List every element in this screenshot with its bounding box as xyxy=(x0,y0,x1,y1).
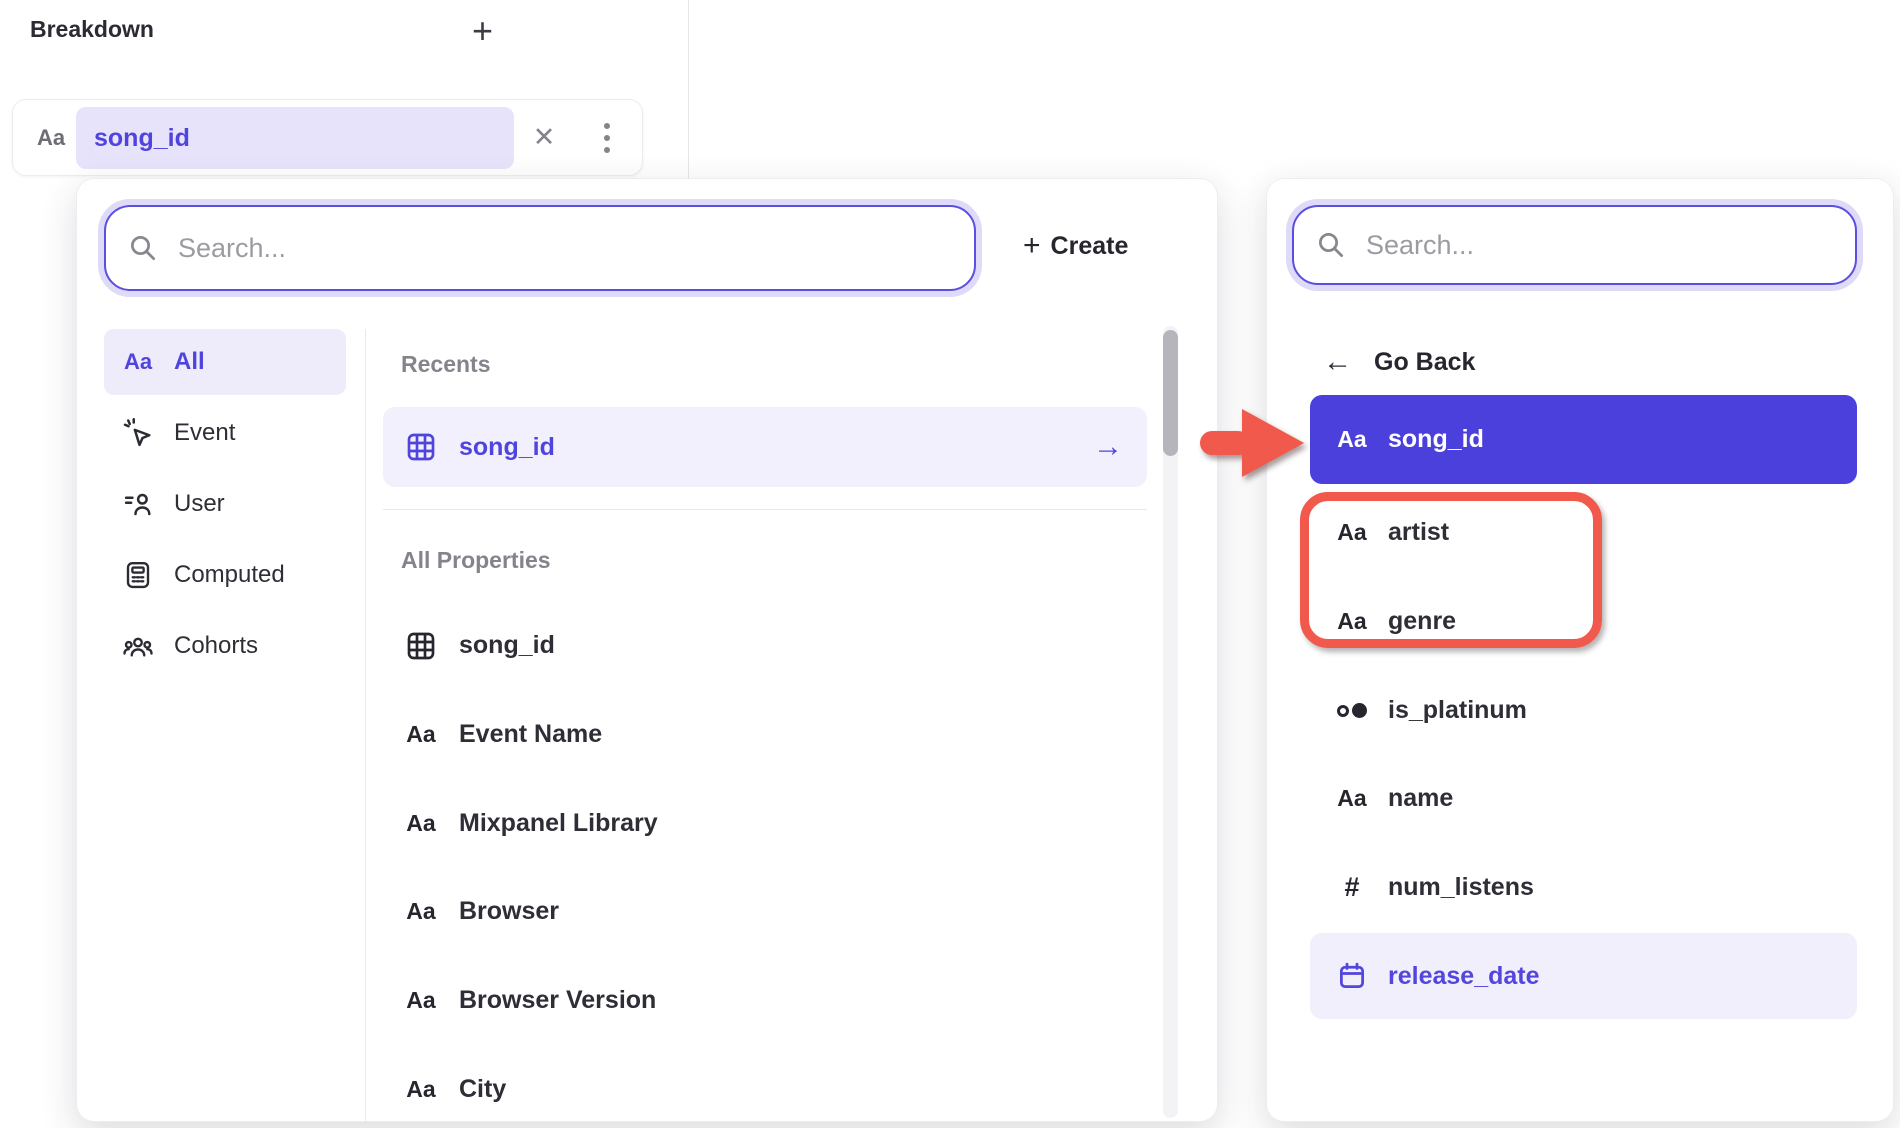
field-row-genre[interactable]: Aa genre xyxy=(1310,577,1857,666)
calendar-icon xyxy=(1330,961,1374,991)
text-type-icon: Aa xyxy=(399,1076,443,1103)
arrow-left-icon: ← xyxy=(1323,346,1352,379)
category-event[interactable]: Event xyxy=(104,400,346,466)
category-computed[interactable]: Computed xyxy=(104,542,346,608)
category-all[interactable]: Aa All xyxy=(104,329,346,395)
grid-property-icon xyxy=(399,431,443,463)
category-cohorts[interactable]: Cohorts xyxy=(104,613,346,679)
property-detail-panel: ← Go Back Aa song_id Aa artist Aa genre … xyxy=(1266,178,1894,1122)
recent-item-song-id[interactable]: song_id → xyxy=(383,407,1147,487)
property-row-city[interactable]: Aa City xyxy=(383,1045,1147,1128)
event-click-icon xyxy=(120,418,156,448)
property-picker-panel: + Create Aa All Event xyxy=(76,178,1218,1122)
grid-property-icon xyxy=(399,630,443,662)
property-row-browser-version[interactable]: Aa Browser Version xyxy=(383,956,1147,1045)
search-icon xyxy=(1316,230,1346,260)
recents-heading: Recents xyxy=(401,351,490,378)
breakdown-chip: Aa song_id ✕ xyxy=(12,99,643,176)
breakdown-title: Breakdown xyxy=(30,16,154,43)
string-type-icon: Aa xyxy=(37,100,65,175)
sidebar-divider xyxy=(365,329,366,1122)
property-row-song-id[interactable]: song_id xyxy=(383,601,1147,690)
property-row-browser[interactable]: Aa Browser xyxy=(383,867,1147,956)
card-column-divider xyxy=(688,0,689,180)
text-type-icon: Aa xyxy=(399,810,443,837)
category-user[interactable]: User xyxy=(104,471,346,537)
scrollbar-thumb[interactable] xyxy=(1163,330,1178,456)
search-icon xyxy=(128,233,158,263)
computed-calculator-icon xyxy=(120,560,156,590)
cohorts-people-icon xyxy=(120,631,156,661)
search-box[interactable] xyxy=(1292,205,1857,285)
text-type-icon: Aa xyxy=(399,721,443,748)
property-row-mixpanel-library[interactable]: Aa Mixpanel Library xyxy=(383,779,1147,868)
user-icon xyxy=(120,489,156,519)
plus-icon: + xyxy=(1023,231,1041,261)
scrollbar-track xyxy=(1163,326,1178,1118)
arrow-right-icon: → xyxy=(1093,407,1123,487)
category-sidebar: Aa All Event xyxy=(104,329,346,684)
text-type-icon: Aa xyxy=(120,349,156,375)
text-type-icon: Aa xyxy=(1330,519,1374,546)
text-type-icon: Aa xyxy=(399,898,443,925)
field-row-artist[interactable]: Aa artist xyxy=(1310,488,1857,577)
all-properties-heading: All Properties xyxy=(401,547,551,574)
text-type-icon: Aa xyxy=(1330,608,1374,635)
field-row-song-id[interactable]: Aa song_id xyxy=(1310,395,1857,484)
search-box[interactable] xyxy=(104,205,976,291)
section-divider xyxy=(383,509,1147,510)
create-button[interactable]: + Create xyxy=(1023,231,1128,261)
field-row-name[interactable]: Aa name xyxy=(1310,754,1857,843)
breakdown-chip-value[interactable]: song_id xyxy=(76,107,514,169)
kebab-menu-icon[interactable] xyxy=(585,100,629,175)
text-type-icon: Aa xyxy=(1330,426,1374,453)
field-row-release-date[interactable]: release_date xyxy=(1310,933,1857,1019)
close-icon[interactable]: ✕ xyxy=(521,100,567,175)
boolean-type-icon xyxy=(1330,703,1374,718)
search-input[interactable] xyxy=(176,232,952,265)
add-breakdown-button[interactable]: + xyxy=(472,8,493,54)
text-type-icon: Aa xyxy=(399,987,443,1014)
search-input[interactable] xyxy=(1364,229,1833,262)
property-row-event-name[interactable]: Aa Event Name xyxy=(383,690,1147,779)
field-row-is-platinum[interactable]: is_platinum xyxy=(1310,666,1857,755)
text-type-icon: Aa xyxy=(1330,785,1374,812)
number-type-icon: # xyxy=(1330,872,1374,903)
go-back-button[interactable]: ← Go Back xyxy=(1323,337,1475,387)
field-row-num-listens[interactable]: # num_listens xyxy=(1310,843,1857,932)
screen: Breakdown + Aa song_id ✕ + Create Aa All xyxy=(0,0,1900,1128)
